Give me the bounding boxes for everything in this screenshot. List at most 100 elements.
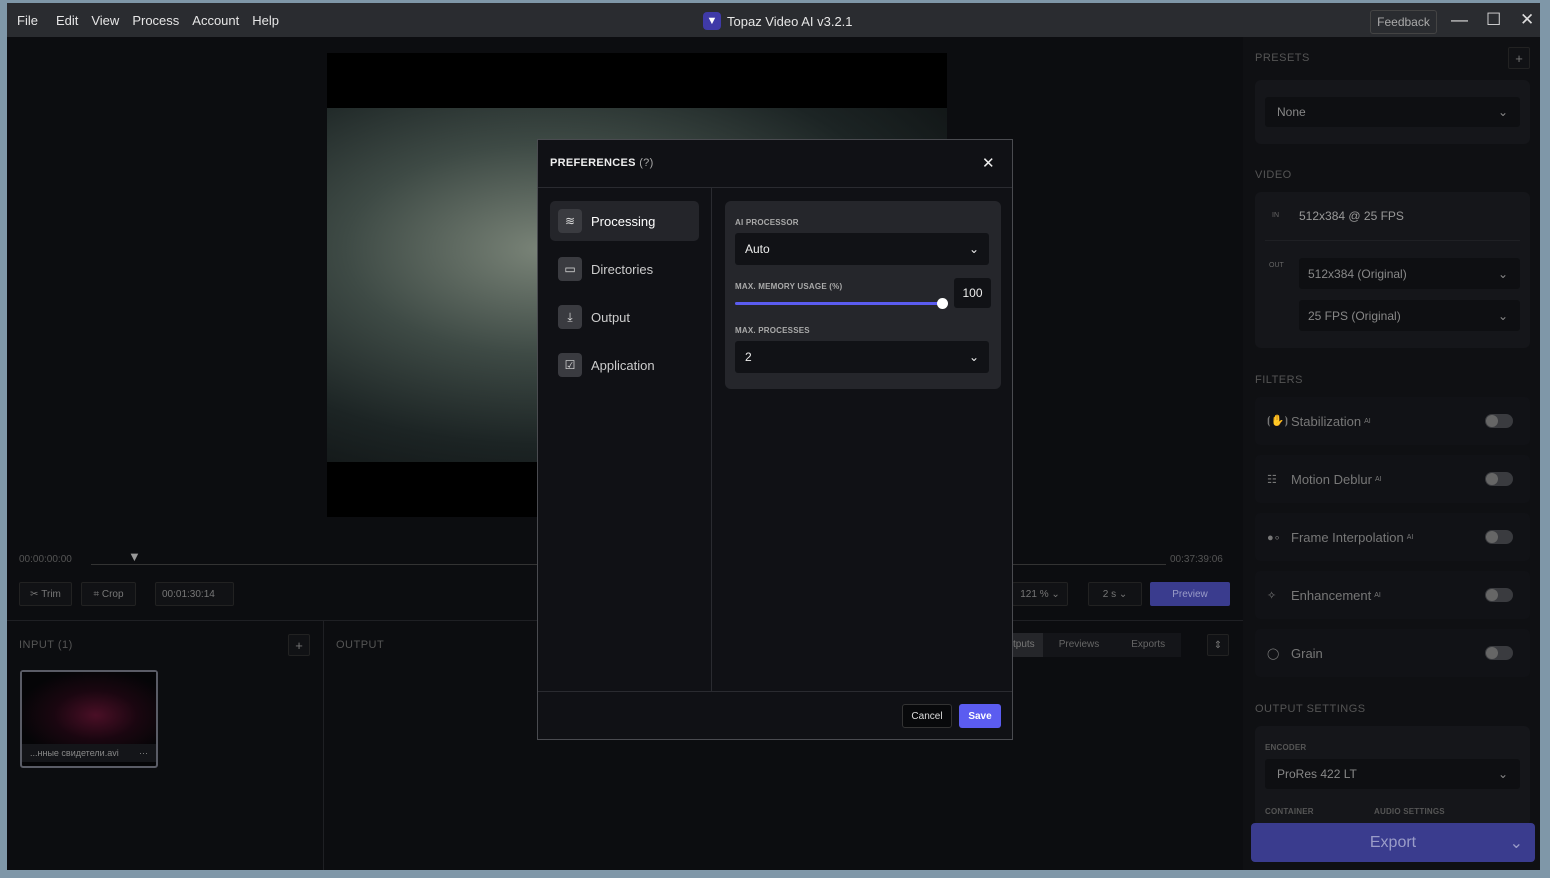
input-file-card[interactable]: ...нные свидетели.avi ··· (20, 670, 158, 768)
zoom-value: 121 % (1020, 588, 1049, 600)
preset-select[interactable]: None ⌄ (1265, 97, 1520, 127)
file-thumbnail (22, 672, 156, 744)
ai-processor-label: AI PROCESSOR (735, 218, 799, 227)
video-title: VIDEO (1255, 169, 1292, 181)
timeline-end: 00:37:39:06 (1170, 554, 1223, 565)
filter-toggle[interactable] (1485, 588, 1513, 602)
crop-icon: ⌗ (93, 588, 102, 600)
nav-output[interactable]: ⤓ Output (550, 297, 699, 337)
trim-button[interactable]: ✂ Trim (19, 582, 72, 606)
tab-exports[interactable]: Exports (1115, 633, 1181, 657)
sort-button[interactable]: ⇕ (1207, 634, 1229, 656)
menu-process[interactable]: Process (132, 13, 179, 28)
stabilization-icon: ⦗✋⦘ (1267, 415, 1289, 427)
step-value: 2 s (1102, 588, 1117, 600)
filter-label: Grain (1291, 645, 1323, 661)
memory-slider-handle[interactable] (937, 298, 948, 309)
nav-label: Output (591, 309, 631, 325)
out-label: OUT (1269, 262, 1284, 269)
more-options-icon[interactable]: ··· (139, 748, 148, 758)
playhead-handle[interactable]: ▼ (128, 549, 141, 564)
audio-settings-label: AUDIO SETTINGS (1374, 807, 1445, 816)
output-fps-select[interactable]: 25 FPS (Original) ⌄ (1299, 300, 1520, 331)
menu-view[interactable]: View (91, 13, 119, 28)
sparkle-icon: ✧ (1267, 589, 1277, 602)
motion-deblur-icon: ☷ (1267, 473, 1277, 486)
topaz-logo-icon: ▼ (703, 12, 721, 30)
crop-label: Crop (101, 588, 124, 600)
memory-slider[interactable] (735, 298, 948, 309)
minimize-button[interactable]: — (1451, 10, 1468, 30)
cancel-button[interactable]: Cancel (902, 704, 952, 728)
ai-badge: AI (1406, 533, 1414, 541)
timeline-start: 00:00:00:00 (19, 554, 72, 565)
chevron-down-icon: ⌄ (1497, 308, 1508, 323)
filter-toggle[interactable] (1485, 530, 1513, 544)
current-time-field[interactable]: 00:01:30:14 (155, 582, 234, 606)
feedback-button[interactable]: Feedback (1370, 10, 1437, 34)
crop-button[interactable]: ⌗ Crop (81, 582, 136, 606)
input-title: INPUT (1) (19, 639, 73, 651)
ai-processor-select[interactable]: Auto ⌄ (735, 233, 989, 265)
help-link[interactable]: (?) (639, 157, 653, 169)
step-select[interactable]: 2 s ⌄ (1088, 582, 1142, 606)
chevron-down-icon[interactable]: ⌄ (1510, 833, 1523, 853)
grain-icon: ◯ (1267, 647, 1280, 660)
processes-value: 2 (745, 350, 752, 364)
presets-title: PRESETS (1255, 52, 1310, 64)
tab-previews[interactable]: Previews (1043, 633, 1116, 657)
filter-frame-interpolation: ●∘ Frame Interpolation AI (1255, 513, 1530, 561)
divider (538, 691, 1012, 692)
filter-toggle[interactable] (1485, 414, 1513, 428)
menu-edit[interactable]: Edit (56, 13, 78, 28)
filter-label: Enhancement (1291, 587, 1372, 603)
save-button[interactable]: Save (959, 704, 1001, 728)
sliders-icon: ≋ (558, 209, 582, 233)
preview-button[interactable]: Preview (1150, 582, 1230, 606)
chevron-down-icon: ⌄ (968, 350, 979, 364)
maximize-button[interactable]: ☐ (1486, 10, 1501, 30)
nav-processing[interactable]: ≋ Processing (550, 201, 699, 241)
zoom-select[interactable]: 121 % ⌄ (1012, 582, 1068, 606)
chevron-down-icon: ⌄ (968, 242, 979, 256)
filter-toggle[interactable] (1485, 472, 1513, 486)
dialog-header: PREFERENCES (?) ✕ (538, 140, 1012, 188)
filter-toggle[interactable] (1485, 646, 1513, 660)
application-icon: ☑ (558, 353, 582, 377)
trim-label: Trim (41, 588, 61, 600)
ai-badge: AI (1374, 475, 1382, 483)
preset-value: None (1277, 105, 1306, 119)
scissors-icon: ✂ (30, 588, 42, 600)
preferences-dialog: PREFERENCES (?) ✕ ≋ Processing ▭ Directorie… (537, 139, 1013, 740)
chevron-down-icon: ⌄ (1497, 105, 1508, 119)
nav-application[interactable]: ☑ Application (550, 345, 699, 385)
folder-icon: ▭ (558, 257, 582, 281)
memory-input[interactable]: 100 (954, 278, 991, 308)
output-resolution-select[interactable]: 512x384 (Original) ⌄ (1299, 258, 1520, 289)
close-window-button[interactable]: ✕ (1520, 10, 1534, 30)
filter-stabilization: ⦗✋⦘ Stabilization AI (1255, 397, 1530, 445)
processing-settings-card: AI PROCESSOR Auto ⌄ MAX. MEMORY USAGE (%)… (725, 201, 1001, 389)
menu-file[interactable]: File (17, 13, 38, 28)
output-settings-title: OUTPUT SETTINGS (1255, 703, 1366, 715)
menu-account[interactable]: Account (192, 13, 239, 28)
export-button[interactable]: Export ⌄ (1251, 823, 1535, 862)
menu-help[interactable]: Help (252, 13, 279, 28)
add-input-button[interactable]: + (288, 634, 310, 656)
ai-processor-value: Auto (745, 242, 770, 256)
processes-select[interactable]: 2 ⌄ (735, 341, 989, 373)
app-title: Topaz Video AI v3.2.1 (727, 13, 853, 29)
nav-directories[interactable]: ▭ Directories (550, 249, 699, 289)
memory-slider-fill (735, 302, 942, 305)
close-dialog-button[interactable]: ✕ (982, 154, 995, 172)
divider (1265, 240, 1520, 241)
memory-label: MAX. MEMORY USAGE (%) (735, 282, 843, 291)
encoder-value: ProRes 422 LT (1277, 767, 1357, 781)
dialog-title: PREFERENCES (550, 157, 636, 169)
encoder-select[interactable]: ProRes 422 LT ⌄ (1265, 759, 1520, 789)
chevron-down-icon: ⌄ (1497, 266, 1508, 281)
out-fps-value: 25 FPS (Original) (1308, 308, 1401, 323)
processes-label: MAX. PROCESSES (735, 326, 810, 335)
add-preset-button[interactable]: + (1508, 47, 1530, 69)
in-value: 512x384 @ 25 FPS (1299, 209, 1404, 223)
